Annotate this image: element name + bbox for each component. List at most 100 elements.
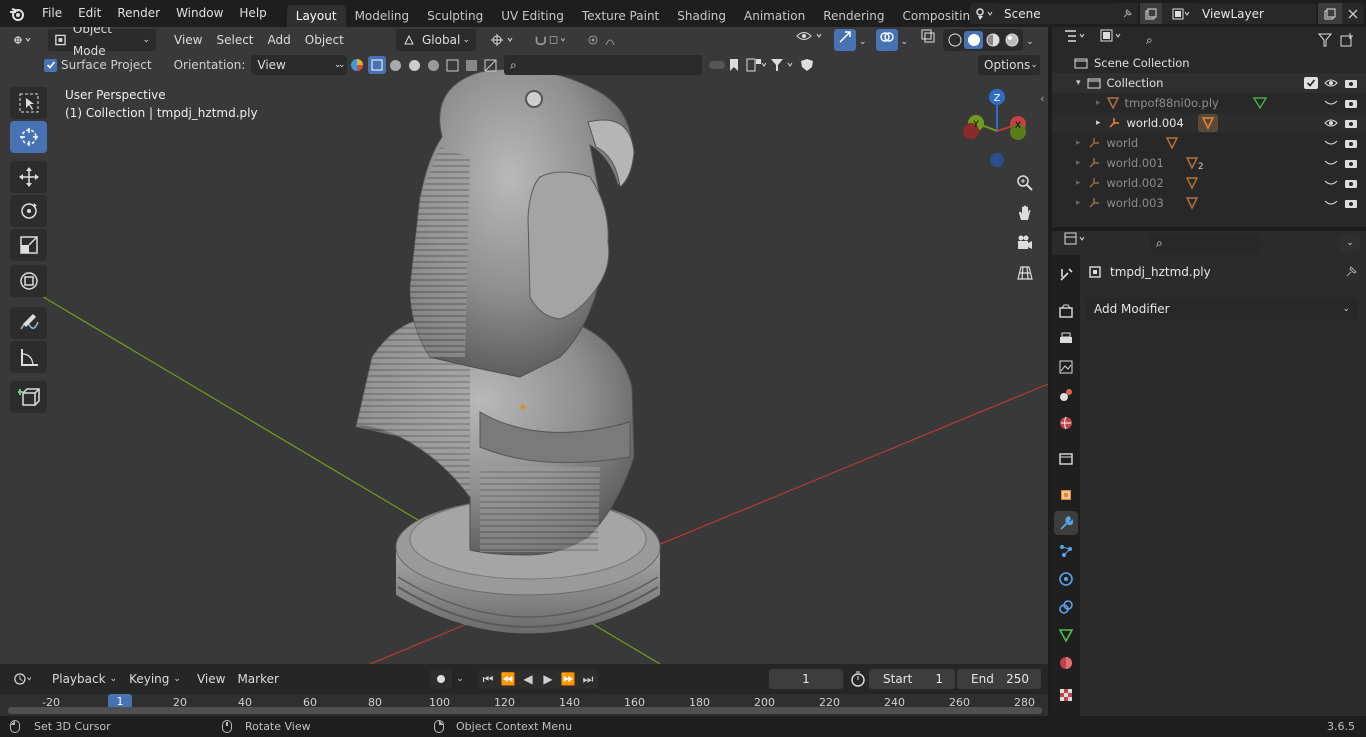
eye-icon[interactable] bbox=[1324, 78, 1338, 88]
close-viewlayer-icon[interactable] bbox=[1342, 3, 1364, 24]
orientation-dropdown[interactable]: View ⌄ bbox=[251, 55, 348, 75]
tab-render[interactable] bbox=[1054, 299, 1078, 323]
solid-shading-icon[interactable] bbox=[964, 31, 984, 49]
xray-toggle-button[interactable] bbox=[917, 29, 939, 51]
color-wheel-icon[interactable] bbox=[350, 58, 368, 72]
viewlayer-icon[interactable] bbox=[1166, 3, 1196, 24]
texture-icon[interactable] bbox=[481, 59, 500, 72]
menu-window[interactable]: Window bbox=[168, 0, 231, 27]
tab-sculpting[interactable]: Sculpting bbox=[418, 5, 492, 27]
tab-texture-paint[interactable]: Texture Paint bbox=[573, 5, 668, 27]
chevron-down-icon[interactable]: ⌄ bbox=[1340, 234, 1360, 252]
end-frame-field[interactable]: End 250 bbox=[957, 669, 1041, 689]
camera-render-icon[interactable] bbox=[1344, 97, 1358, 109]
eye-icon[interactable] bbox=[1324, 118, 1338, 128]
timeline-scrollbar[interactable] bbox=[8, 707, 1042, 714]
tab-material[interactable] bbox=[1054, 651, 1078, 675]
texture-icon[interactable] bbox=[462, 59, 481, 72]
mesh-data-icon[interactable] bbox=[1197, 114, 1218, 132]
move-tool[interactable] bbox=[10, 161, 47, 193]
tab-modifiers[interactable] bbox=[1054, 511, 1078, 535]
properties-editor-type-button[interactable] bbox=[1060, 232, 1094, 254]
expand-arrow-icon[interactable]: ▸ bbox=[1096, 118, 1101, 128]
snap-button[interactable] bbox=[528, 29, 574, 51]
properties-search-input[interactable]: ⌕ bbox=[1150, 233, 1260, 253]
eye-closed-icon[interactable] bbox=[1324, 98, 1338, 108]
layout-icon[interactable] bbox=[746, 58, 770, 72]
annotate-tool[interactable] bbox=[10, 307, 47, 339]
record-icon[interactable] bbox=[430, 669, 452, 689]
tab-particles[interactable] bbox=[1054, 539, 1078, 563]
shading-dropdown[interactable]: ⌄ bbox=[1023, 29, 1037, 51]
select-box-tool[interactable] bbox=[10, 87, 47, 119]
expand-arrow-icon[interactable]: ▸ bbox=[1076, 178, 1081, 188]
timeline-menu-view[interactable]: View bbox=[191, 668, 231, 690]
outliner-row-object[interactable]: ▸ world.003 bbox=[1052, 193, 1366, 213]
jump-start-icon[interactable]: ⏮ bbox=[478, 672, 498, 687]
current-frame-field[interactable]: 1 bbox=[769, 669, 843, 689]
outliner-row-scene-collection[interactable]: Scene Collection bbox=[1052, 53, 1366, 73]
menu-file[interactable]: File bbox=[34, 0, 70, 27]
gizmo-dropdown[interactable]: ⌄ bbox=[856, 29, 870, 51]
proportional-edit-button[interactable] bbox=[580, 29, 632, 51]
tab-output[interactable] bbox=[1054, 327, 1078, 351]
timeline-ruler[interactable]: -20 1 20 40 60 80 100 120 140 160 180 20… bbox=[0, 694, 1048, 716]
next-keyframe-icon[interactable]: ⏩ bbox=[558, 672, 578, 686]
camera-render-icon[interactable] bbox=[1344, 177, 1358, 189]
tab-tool[interactable] bbox=[1054, 263, 1078, 287]
tab-layout[interactable]: Layout bbox=[286, 5, 346, 27]
options-dropdown[interactable]: Options ⌄ bbox=[978, 55, 1040, 75]
transform-tool[interactable] bbox=[10, 265, 47, 297]
overlays-toggle-button[interactable] bbox=[875, 29, 898, 51]
viewport-menu-view[interactable]: View bbox=[168, 29, 208, 51]
play-icon[interactable]: ▶ bbox=[538, 672, 558, 686]
3d-viewport[interactable]: Object Mode ⌄ View Select Add Object Glo… bbox=[0, 27, 1048, 664]
eye-closed-icon[interactable] bbox=[1324, 158, 1338, 168]
pivot-point-button[interactable] bbox=[484, 29, 524, 51]
measure-tool[interactable] bbox=[10, 341, 47, 373]
blender-logo-icon[interactable] bbox=[0, 0, 34, 27]
tab-constraints[interactable] bbox=[1054, 595, 1078, 619]
sphere-icon[interactable] bbox=[424, 59, 443, 72]
menu-render[interactable]: Render bbox=[109, 0, 168, 27]
outliner-row-collection[interactable]: ▾ Collection bbox=[1052, 73, 1366, 93]
outliner-row-object[interactable]: ▸ world.004 bbox=[1052, 113, 1366, 133]
wireframe-shading-icon[interactable] bbox=[945, 31, 964, 49]
stopwatch-icon[interactable] bbox=[849, 670, 867, 688]
chevron-down-icon[interactable]: ⌄ bbox=[338, 60, 350, 70]
rotate-tool[interactable] bbox=[10, 195, 47, 227]
outliner-row-object[interactable]: ▸ world.001 2 bbox=[1052, 153, 1366, 173]
pin-icon[interactable] bbox=[1116, 3, 1138, 24]
scene-icon[interactable] bbox=[970, 3, 998, 24]
new-collection-icon[interactable] bbox=[1340, 33, 1360, 47]
camera-render-icon[interactable] bbox=[1344, 137, 1358, 149]
bookmark-icon[interactable] bbox=[728, 58, 746, 72]
start-frame-field[interactable]: Start 1 bbox=[869, 669, 955, 689]
outliner-search-input[interactable]: ⌕ bbox=[1140, 30, 1250, 50]
camera-render-icon[interactable] bbox=[1344, 117, 1358, 129]
eye-closed-icon[interactable] bbox=[1324, 138, 1338, 148]
navigation-gizmo[interactable]: Z Y X bbox=[956, 85, 1040, 169]
tab-shading[interactable]: Shading bbox=[668, 5, 735, 27]
expand-arrow-icon[interactable]: ▸ bbox=[1096, 98, 1101, 108]
vertex-select-icon[interactable] bbox=[368, 56, 386, 74]
tab-view-layer[interactable] bbox=[1054, 355, 1078, 379]
scale-tool[interactable] bbox=[10, 229, 47, 261]
outliner-row-object[interactable]: ▸ world.002 bbox=[1052, 173, 1366, 193]
tab-modeling[interactable]: Modeling bbox=[346, 5, 419, 27]
add-modifier-dropdown[interactable]: Add Modifier ⌄ bbox=[1086, 298, 1358, 320]
camera-render-icon[interactable] bbox=[1344, 77, 1358, 89]
collection-exclude-checkbox[interactable] bbox=[1304, 77, 1318, 89]
expand-arrow-icon[interactable]: ▸ bbox=[1076, 198, 1081, 208]
editor-type-button[interactable] bbox=[6, 29, 42, 51]
filter-search-input[interactable]: ⌕ bbox=[504, 55, 702, 75]
eye-closed-icon[interactable] bbox=[1324, 178, 1338, 188]
material-shading-icon[interactable] bbox=[983, 31, 1002, 49]
playback-menu[interactable]: Playback ⌄ bbox=[46, 668, 123, 690]
shield-icon[interactable] bbox=[800, 58, 818, 72]
transform-orientation-dropdown[interactable]: Global ⌄ bbox=[396, 29, 476, 51]
cursor-tool[interactable] bbox=[10, 121, 47, 153]
perspective-toggle-button[interactable] bbox=[1012, 260, 1038, 286]
zoom-button[interactable] bbox=[1012, 170, 1038, 196]
viewlayer-name-field[interactable]: ViewLayer bbox=[1196, 3, 1316, 24]
